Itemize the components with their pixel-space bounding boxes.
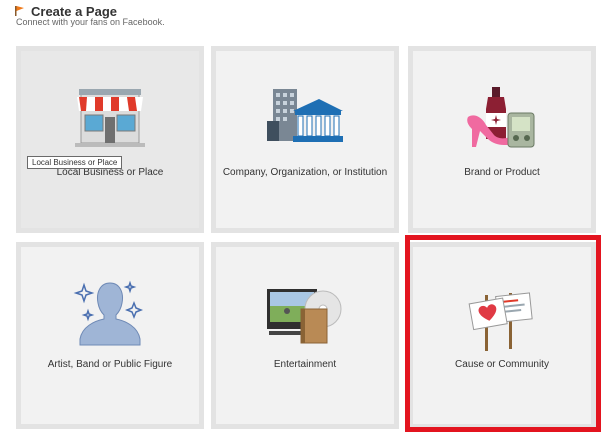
tile-label: Company, Organization, or Institution (222, 167, 388, 178)
flag-icon (15, 6, 24, 16)
products-icon (467, 87, 535, 148)
category-tile-cause-community[interactable]: Cause or Community (408, 242, 596, 429)
category-tile-artist[interactable]: Artist, Band or Public Figure (16, 242, 204, 429)
category-tile-local-business[interactable]: Local Business or Place (16, 46, 204, 233)
protest-signs-icon (468, 292, 533, 351)
media-icon (267, 289, 342, 344)
category-tile-company[interactable]: Company, Organization, or Institution (211, 46, 399, 233)
category-tile-entertainment[interactable]: Entertainment (211, 242, 399, 429)
person-silhouette-icon (73, 280, 144, 346)
tile-label: Artist, Band or Public Figure (47, 359, 173, 370)
page-subtitle: Connect with your fans on Facebook. (16, 17, 165, 27)
tile-label: Entertainment (273, 359, 337, 370)
category-tile-brand-product[interactable]: Brand or Product (408, 46, 596, 233)
tooltip: Local Business or Place (27, 156, 123, 169)
storefront-icon (75, 89, 145, 147)
tile-label: Brand or Product (464, 167, 540, 178)
office-buildings-icon (267, 89, 343, 142)
tile-label: Cause or Community (455, 359, 549, 370)
